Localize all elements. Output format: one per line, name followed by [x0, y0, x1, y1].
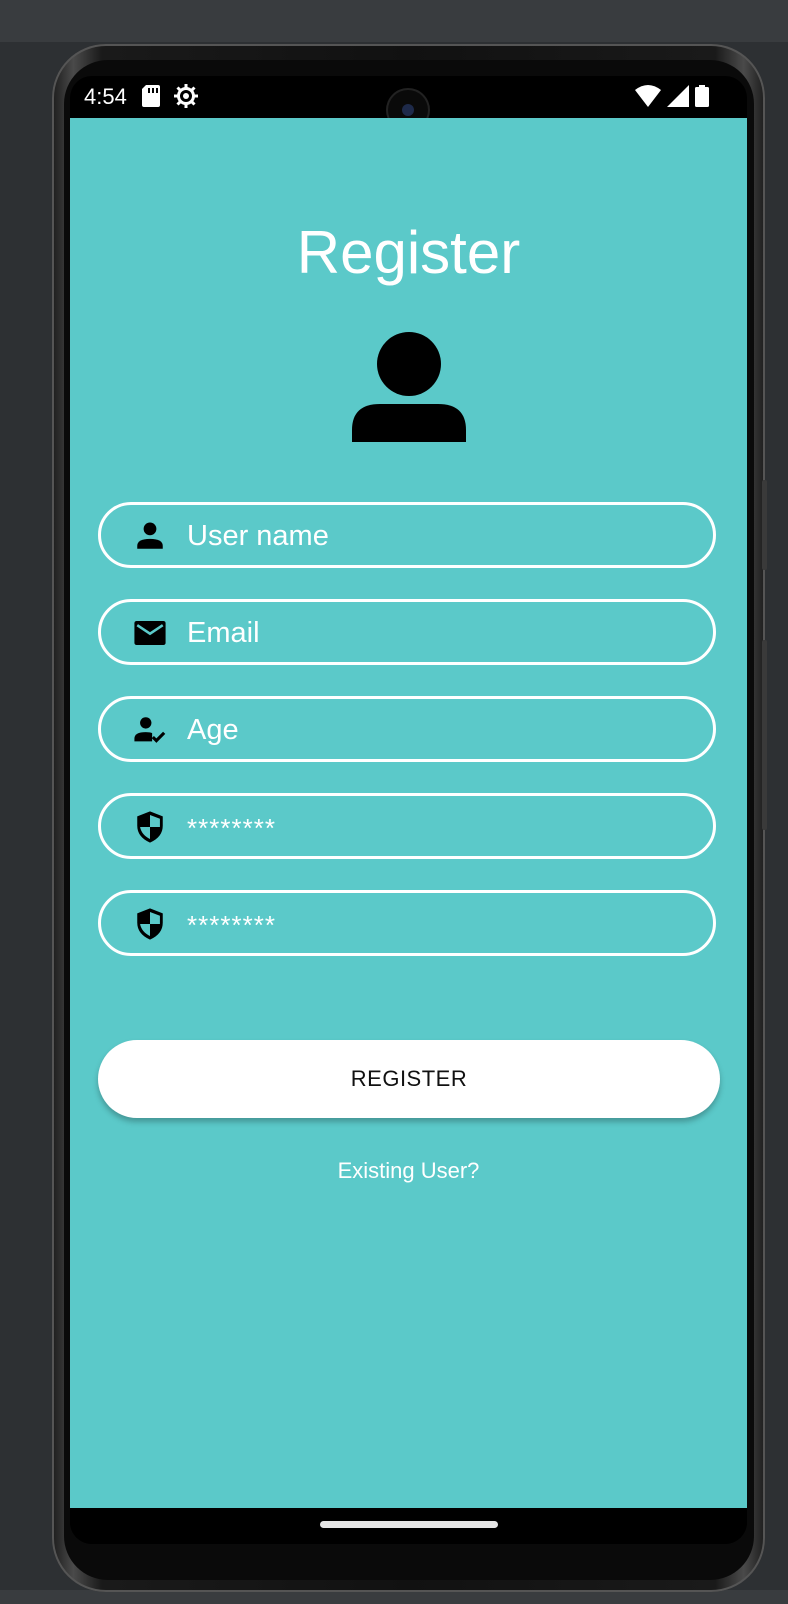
age-field[interactable]: Age — [98, 696, 716, 762]
username-field[interactable]: User name — [98, 502, 716, 568]
person-icon — [352, 332, 466, 447]
power-button — [762, 480, 767, 570]
register-screen: Register User name Email Age ******** **… — [70, 118, 747, 1508]
person-icon — [133, 519, 167, 553]
sd-card-icon — [142, 85, 160, 113]
shield-icon — [133, 810, 167, 844]
register-button[interactable]: REGISTER — [98, 1040, 720, 1118]
email-input[interactable]: Email — [187, 617, 260, 650]
volume-button — [762, 640, 767, 830]
wifi-icon — [635, 85, 661, 113]
gear-icon — [174, 84, 198, 114]
shield-icon — [133, 907, 167, 941]
emulator-top-bar — [0, 0, 788, 42]
signal-icon — [667, 85, 689, 113]
confirm-password-field[interactable]: ******** — [98, 890, 716, 956]
status-bar: 4:54 — [70, 76, 747, 130]
emulator-bottom-bar — [0, 1590, 788, 1604]
age-input[interactable]: Age — [187, 714, 239, 747]
page-title: Register — [296, 219, 521, 286]
navigation-bar — [70, 1508, 747, 1544]
password-field[interactable]: ******** — [98, 793, 716, 859]
username-input[interactable]: User name — [187, 520, 329, 553]
password-input[interactable]: ******** — [187, 813, 276, 844]
person-check-icon — [133, 713, 167, 747]
existing-user-link[interactable]: Existing User? — [70, 1158, 747, 1184]
status-time: 4:54 — [84, 84, 127, 109]
confirm-password-input[interactable]: ******** — [187, 910, 276, 941]
home-gesture-handle[interactable] — [320, 1521, 498, 1528]
mail-icon — [133, 616, 167, 650]
device-screen: 4:54 Register User name Email Age ******… — [70, 76, 747, 1544]
battery-icon — [695, 85, 709, 113]
status-icons — [635, 85, 709, 113]
email-field[interactable]: Email — [98, 599, 716, 665]
